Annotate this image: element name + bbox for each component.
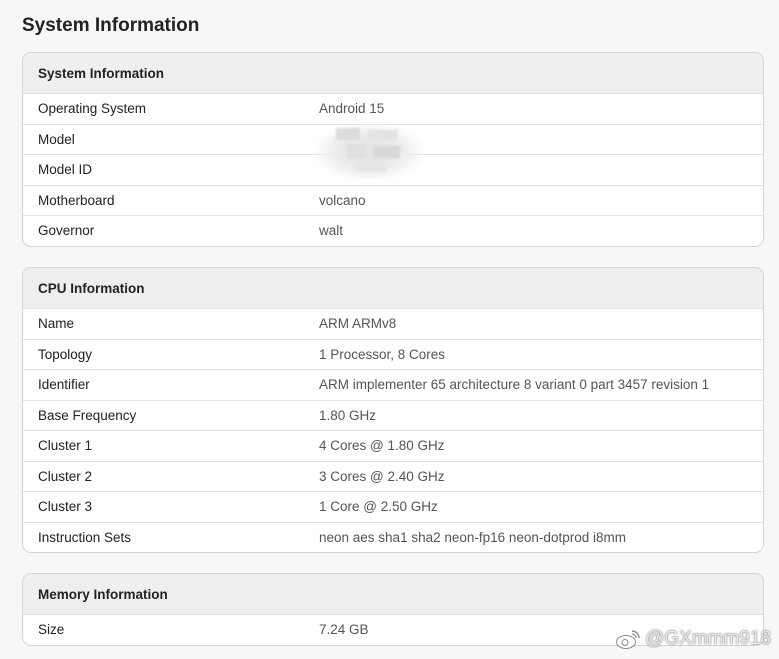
row-value: volcano [319,192,366,208]
table-row: Topology 1 Processor, 8 Cores [23,338,763,370]
row-label: Motherboard [38,192,115,208]
row-value: 1 Core @ 2.50 GHz [319,499,438,515]
row-label: Model [38,131,75,147]
table-row: Identifier ARM implementer 65 architectu… [23,369,763,400]
row-label: Identifier [38,377,90,393]
table-row: Cluster 3 1 Core @ 2.50 GHz [23,491,763,522]
mosaic-block [368,130,398,140]
table-row: Motherboard volcano [23,184,763,216]
table-row: Cluster 2 3 Cores @ 2.40 GHz [23,460,763,492]
row-label: Name [38,316,75,332]
memory-info-header: Memory Information [23,574,763,614]
row-label: Base Frequency [38,407,137,423]
row-value: 1.80 GHz [319,407,377,423]
row-value: ARM implementer 65 architecture 8 varian… [319,377,710,393]
row-value: walt [319,223,344,239]
row-label: Cluster 3 [38,499,93,515]
cpu-info-header: CPU Information [23,268,763,308]
table-row: Operating System Android 15 [23,93,763,124]
table-row: Name ARM ARMv8 [23,308,763,339]
table-row: Base Frequency 1.80 GHz [23,399,763,431]
row-value: 3 Cores @ 2.40 GHz [319,468,445,484]
weibo-icon [616,630,640,649]
row-value: neon aes sha1 sha2 neon-fp16 neon-dotpro… [319,529,626,545]
redacted-mosaic [316,124,422,180]
mosaic-block [346,144,366,158]
watermark: @GXmmm918 [615,628,771,650]
system-info-header: System Information [23,53,763,93]
watermark-text: @GXmmm918 [645,628,771,649]
mosaic-block [336,128,360,140]
mosaic-block [356,162,386,172]
table-row: Cluster 1 4 Cores @ 1.80 GHz [23,430,763,461]
page-title: System Information [22,15,200,36]
row-value: 4 Cores @ 1.80 GHz [319,438,445,454]
row-label: Cluster 2 [38,468,93,484]
mosaic-block [374,146,400,158]
row-value: ARM ARMv8 [319,316,397,332]
row-label: Governor [38,223,95,239]
row-label: Topology [38,346,93,362]
row-label: Operating System [38,101,147,117]
row-value: 1 Processor, 8 Cores [319,346,446,362]
row-label: Model ID [38,162,93,178]
table-row: Governor walt [23,215,763,246]
row-label: Size [38,622,65,638]
row-label: Instruction Sets [38,529,132,545]
cpu-info-card: CPU Information Name ARM ARMv8 Topology … [22,267,764,553]
row-label: Cluster 1 [38,438,93,454]
row-value: 7.24 GB [319,622,369,638]
table-row: Instruction Sets neon aes sha1 sha2 neon… [23,521,763,553]
row-value: Android 15 [319,101,385,117]
